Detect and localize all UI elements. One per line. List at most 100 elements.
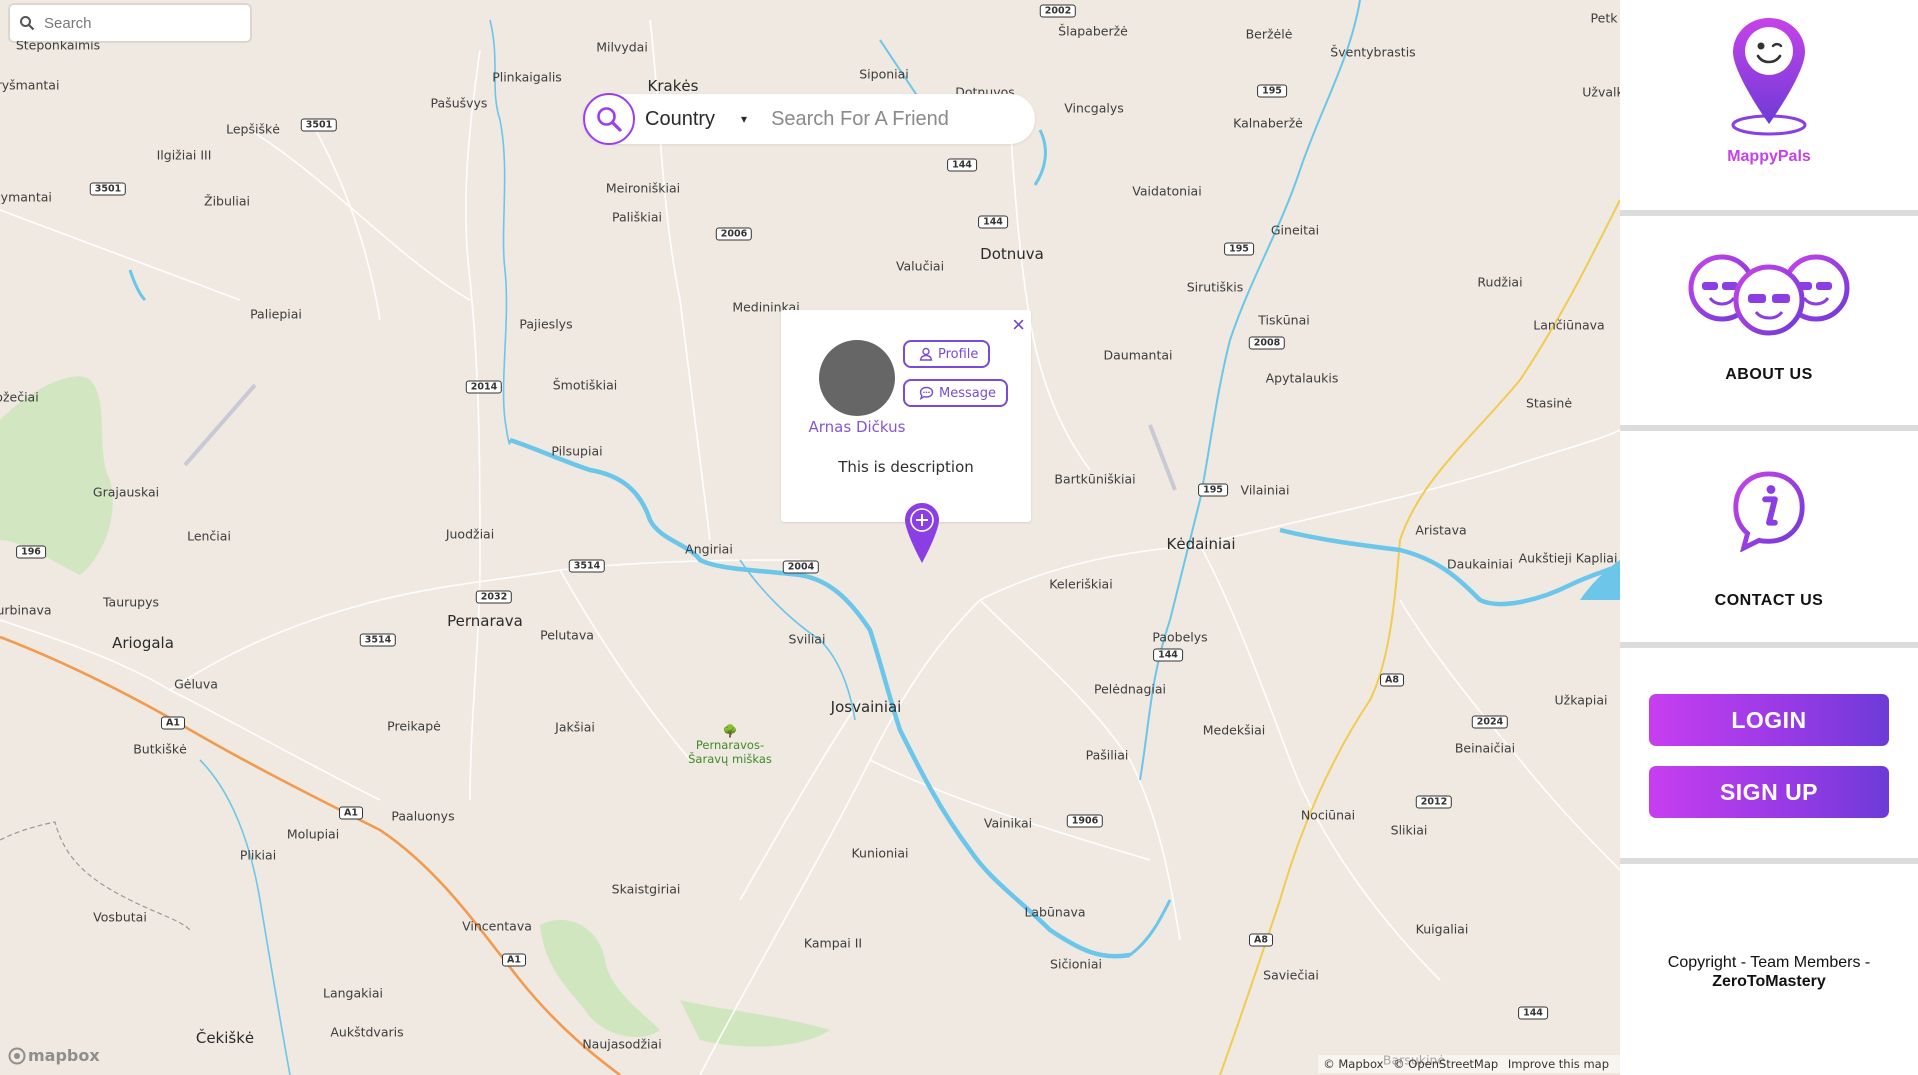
app: Steponkaimis Milvydai Plinkaigalis Krakės Si… <box>0 0 1918 1075</box>
place-label: urbinava <box>0 602 52 618</box>
place-label: Šlapaberžė <box>1058 23 1128 39</box>
footer: Copyright - Team Members - ZeroToMastery <box>1620 953 1918 991</box>
place-label: Bartkūniškiai <box>1054 471 1136 487</box>
road-shield: 2002 <box>1039 4 1077 18</box>
place-label: Kalnaberžė <box>1233 115 1303 131</box>
road-shield: 2024 <box>1471 715 1509 729</box>
place-label: Pernarava <box>447 612 523 630</box>
park-label-line1: Pernaravos- <box>695 738 765 752</box>
place-label: Butkiškė <box>133 741 187 757</box>
message-button[interactable]: Message <box>903 379 1008 407</box>
map-geocoder[interactable] <box>10 5 250 41</box>
place-label: Sičioniai <box>1050 956 1102 972</box>
friend-name[interactable]: Arnas Dičkus <box>781 418 933 436</box>
place-label: Keleriškiai <box>1049 576 1113 592</box>
friend-search-bar: Country ▾ <box>583 93 1035 145</box>
place-label: Petk <box>1590 10 1618 26</box>
place-label: Kėdainiai <box>1166 535 1236 553</box>
friend-description: This is description <box>838 458 974 476</box>
section-divider <box>1620 642 1918 648</box>
login-button[interactable]: LOGIN <box>1649 694 1889 746</box>
place-label: Lenčiai <box>187 528 231 544</box>
contact-us-section[interactable]: CONTACT US <box>1620 470 1918 610</box>
place-label: Pališkiai <box>612 209 662 225</box>
place-label: Pilsupiai <box>551 443 603 459</box>
contact-us-link[interactable]: CONTACT US <box>1715 592 1824 610</box>
brand-section[interactable]: MappyPals <box>1620 16 1918 206</box>
road-shield: 2012 <box>1415 795 1453 809</box>
place-label: Slikiai <box>1390 822 1428 838</box>
road-shield: 2014 <box>465 380 503 394</box>
road-shield: 2004 <box>782 560 820 574</box>
park-label-line2: Šaravų miškas <box>688 752 772 766</box>
place-label: Šventybrastis <box>1330 44 1416 60</box>
attribution-improve-link[interactable]: Improve this map <box>1508 1057 1609 1071</box>
about-us-link[interactable]: ABOUT US <box>1725 366 1813 384</box>
brand-name: MappyPals <box>1727 148 1811 165</box>
place-label: Rudžiai <box>1477 274 1523 290</box>
map-search-input[interactable] <box>44 14 234 32</box>
place-label: ryšmantai <box>0 77 60 93</box>
place-label: Žibuliai <box>204 193 250 209</box>
place-label: Užkapiai <box>1554 692 1608 708</box>
friend-search-input[interactable] <box>771 107 992 131</box>
mapbox-logo-text: mapbox <box>28 1046 100 1065</box>
copyright-text: Copyright - Team Members - ZeroToMastery <box>1668 953 1870 991</box>
road-shield: 144 <box>1518 1006 1548 1020</box>
place-label: Paliepiai <box>250 306 302 322</box>
profile-button[interactable]: Profile <box>903 340 991 368</box>
profile-button-label: Profile <box>938 346 979 362</box>
place-label: Vincgalys <box>1064 100 1124 116</box>
park-label: 🌳 Pernaravos- Šaravų miškas <box>688 724 772 766</box>
map[interactable]: Steponkaimis Milvydai Plinkaigalis Krakės Si… <box>0 0 1620 1075</box>
chevron-down-icon[interactable]: ▾ <box>741 112 747 126</box>
place-label: Dotnuva <box>980 245 1044 263</box>
road-shield: 3514 <box>359 633 397 647</box>
place-label: Beinaičiai <box>1454 740 1516 756</box>
road-shield: 144 <box>978 215 1008 229</box>
map-pin-icon[interactable] <box>904 502 940 564</box>
place-label: Vincentava <box>462 918 532 934</box>
section-divider <box>1620 210 1918 216</box>
avatar <box>819 340 895 416</box>
place-label: Kampai II <box>803 935 863 951</box>
place-label: Vosbutai <box>93 909 147 925</box>
about-us-section[interactable]: ABOUT US <box>1620 252 1918 392</box>
country-select[interactable]: Country <box>645 108 715 131</box>
attribution-mapbox-link[interactable]: © Mapbox <box>1323 1057 1383 1071</box>
road-shield: A1 <box>339 806 363 820</box>
road-shield: 1906 <box>1066 814 1104 828</box>
place-label: Valučiai <box>895 258 945 274</box>
close-icon[interactable]: × <box>1012 314 1025 336</box>
team-name: ZeroToMastery <box>1712 973 1826 990</box>
place-label: Langakiai <box>323 985 383 1001</box>
message-button-label: Message <box>939 385 996 401</box>
place-label: Kunioniai <box>851 845 909 861</box>
place-label: Saviečiai <box>1263 967 1319 983</box>
place-label: Čekiškė <box>195 1029 255 1047</box>
place-label: Sirutiškis <box>1186 279 1244 295</box>
place-label: Pelėdnagiai <box>1093 681 1167 697</box>
place-label: Ariogala <box>112 634 174 652</box>
attribution-osm-link[interactable]: © OpenStreetMap <box>1393 1057 1498 1071</box>
place-label: Kuigaliai <box>1415 921 1469 937</box>
place-label: Daukainiai <box>1447 556 1513 572</box>
info-bubble-icon <box>1733 471 1805 552</box>
place-label: Milvydai <box>596 39 648 55</box>
friend-search-button[interactable] <box>583 93 635 145</box>
place-label: Nociūnai <box>1300 807 1356 823</box>
place-label: Plikiai <box>239 847 277 863</box>
place-label: Lepšiškė <box>226 121 280 137</box>
place-label: Preikapė <box>387 718 441 734</box>
place-label: Grajauskai <box>92 484 160 500</box>
road-shield: 2032 <box>475 590 513 604</box>
mappypals-logo-icon <box>1731 18 1807 136</box>
place-label: Beržėlė <box>1245 26 1293 42</box>
place-label: Gėluva <box>174 676 218 692</box>
place-label: Plinkaigalis <box>492 69 562 85</box>
place-label: Daumantai <box>1103 347 1173 363</box>
place-label: Sviliai <box>788 631 826 647</box>
signup-button[interactable]: SIGN UP <box>1649 766 1889 818</box>
mapbox-logo[interactable]: mapbox <box>8 1046 100 1065</box>
place-label: Vilainiai <box>1240 482 1290 498</box>
